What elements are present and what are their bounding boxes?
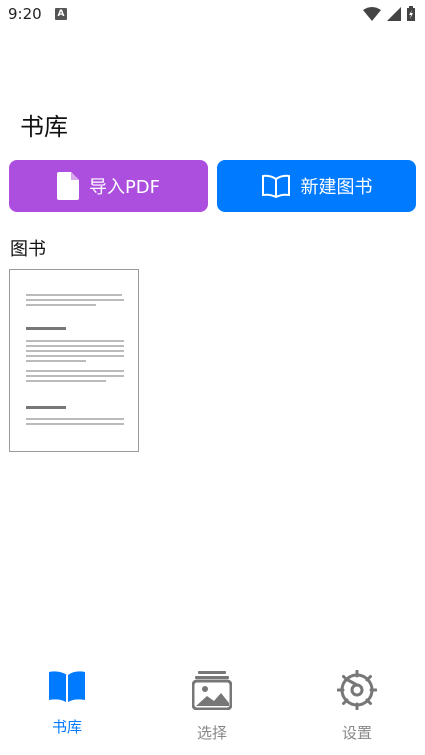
wifi-icon bbox=[363, 6, 381, 21]
image-icon bbox=[191, 671, 233, 711]
status-bar: 9:20 A bbox=[0, 0, 425, 30]
new-book-label: 新建图书 bbox=[300, 177, 373, 198]
open-book-icon bbox=[261, 174, 290, 198]
book-thumbnail[interactable] bbox=[9, 269, 139, 452]
tab-select-label: 选择 bbox=[196, 724, 227, 742]
tab-bar: 书库 选择 设置 bbox=[0, 660, 425, 755]
status-time: 9:20 bbox=[8, 5, 42, 23]
file-icon bbox=[56, 172, 79, 200]
page-title: 书库 bbox=[20, 113, 68, 141]
new-book-button[interactable]: 新建图书 bbox=[217, 160, 416, 212]
book-icon bbox=[49, 671, 85, 702]
tab-settings-label: 设置 bbox=[341, 724, 372, 742]
books-section-title: 图书 bbox=[10, 239, 46, 260]
battery-icon bbox=[407, 6, 415, 21]
tab-select[interactable]: 选择 bbox=[152, 670, 272, 743]
notification-icon: A bbox=[55, 8, 67, 20]
import-pdf-button[interactable]: 导入PDF bbox=[9, 160, 208, 212]
status-icons bbox=[363, 6, 415, 21]
gear-icon bbox=[336, 669, 378, 711]
tab-settings[interactable]: 设置 bbox=[297, 669, 417, 743]
import-pdf-label: 导入PDF bbox=[88, 177, 161, 198]
tab-library[interactable]: 书库 bbox=[7, 670, 127, 737]
tab-library-label: 书库 bbox=[51, 718, 82, 736]
signal-icon bbox=[387, 6, 401, 21]
